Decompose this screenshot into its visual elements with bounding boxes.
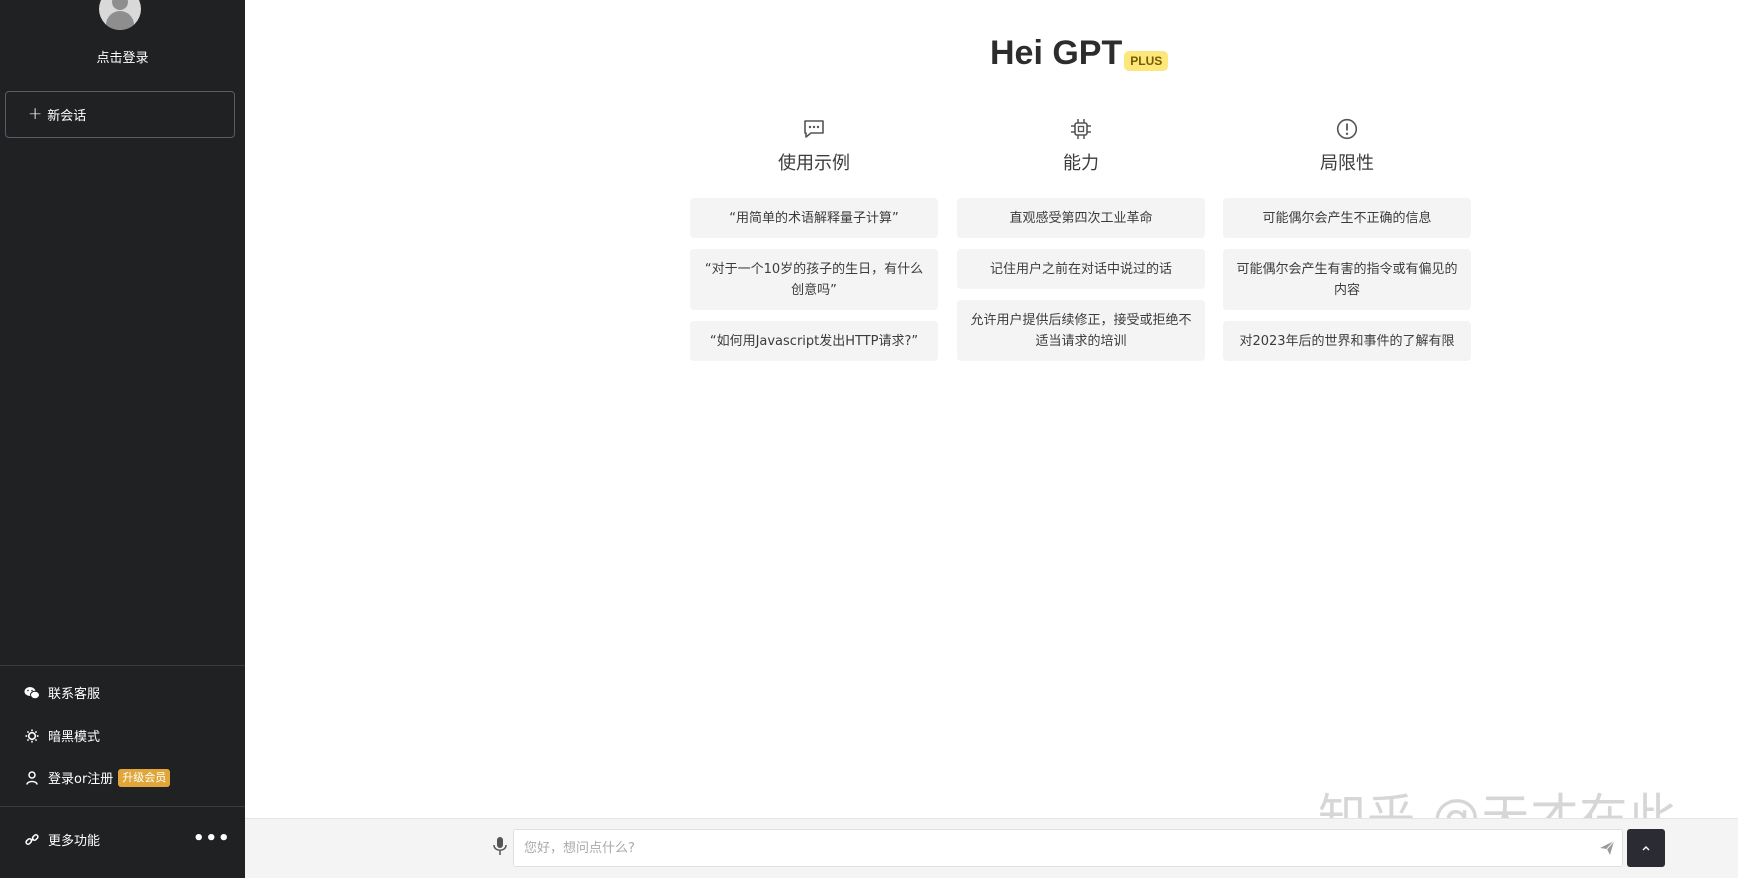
sidebar: 点击登录 + 新会话 联系客服 暗黑模式 登录or注册 升级会员 更多功能 ••… — [0, 0, 245, 878]
capability-card: 记住用户之前在对话中说过的话 — [957, 249, 1205, 289]
link-icon — [24, 832, 40, 848]
plus-badge: PLUS — [1124, 51, 1169, 71]
column-heading: 局限性 — [1320, 153, 1374, 174]
microphone-icon[interactable] — [492, 836, 508, 856]
column-heading: 能力 — [1063, 153, 1099, 174]
example-card[interactable]: “如何用Javascript发出HTTP请求?” — [690, 321, 938, 361]
cpu-chip-icon — [957, 117, 1205, 141]
sidebar-item-dark-mode[interactable]: 暗黑模式 — [24, 726, 100, 745]
wechat-icon — [24, 685, 40, 701]
user-icon — [24, 770, 40, 786]
sidebar-item-label: 联系客服 — [48, 687, 101, 702]
upgrade-badge[interactable]: 升级会员 — [118, 768, 171, 787]
sidebar-item-label: 登录or注册 — [48, 772, 114, 787]
scroll-top-button[interactable] — [1627, 829, 1665, 867]
send-icon[interactable] — [1599, 840, 1615, 856]
capability-card: 直观感受第四次工业革命 — [957, 198, 1205, 238]
sidebar-item-more-features[interactable]: 更多功能 — [24, 830, 100, 849]
new-chat-label: 新会话 — [47, 109, 87, 124]
sidebar-item-label: 暗黑模式 — [48, 730, 101, 745]
limitation-card: 可能偶尔会产生有害的指令或有偏见的内容 — [1223, 249, 1471, 310]
sun-icon — [24, 728, 40, 744]
avatar[interactable] — [99, 0, 141, 30]
column-limitations: 局限性 — [1223, 117, 1471, 177]
sidebar-item-contact-support[interactable]: 联系客服 — [24, 683, 100, 702]
chevron-up-icon — [1642, 843, 1650, 854]
login-link[interactable]: 点击登录 — [0, 47, 245, 66]
capability-card: 允许用户提供后续修正，接受或拒绝不适当请求的培训 — [957, 300, 1205, 361]
column-heading: 使用示例 — [778, 153, 850, 174]
example-card[interactable]: “用简单的术语解释量子计算” — [690, 198, 938, 238]
plus-icon: + — [28, 104, 43, 124]
sidebar-item-login-register[interactable]: 登录or注册 升级会员 — [24, 768, 171, 787]
page-title: Hei GPT — [990, 34, 1123, 72]
chat-input-box — [513, 829, 1623, 867]
new-chat-button[interactable]: + 新会话 — [5, 91, 235, 138]
column-examples: 使用示例 — [690, 117, 938, 177]
page-title-group: Hei GPT PLUS — [990, 34, 1169, 73]
column-capabilities: 能力 — [957, 117, 1205, 177]
warning-circle-icon — [1223, 117, 1471, 141]
sidebar-bottom-divider — [0, 665, 245, 666]
limitation-card: 对2023年后的世界和事件的了解有限 — [1223, 321, 1471, 361]
sidebar-divider — [0, 806, 245, 807]
more-options-icon[interactable]: ••• — [193, 830, 231, 848]
chat-input[interactable] — [514, 830, 1622, 866]
limitation-card: 可能偶尔会产生不正确的信息 — [1223, 198, 1471, 238]
example-card[interactable]: “对于一个10岁的孩子的生日，有什么创意吗” — [690, 249, 938, 310]
sidebar-item-label: 更多功能 — [48, 834, 101, 849]
chat-bubble-icon — [690, 117, 938, 141]
